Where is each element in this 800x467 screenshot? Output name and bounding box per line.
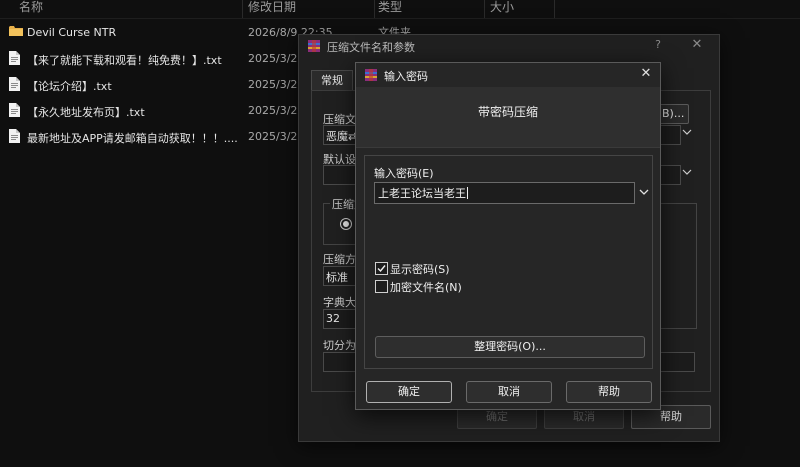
archive-name-value: 恶魔⇄: [326, 130, 358, 143]
organize-passwords-button[interactable]: 整理密码(O)...: [375, 336, 645, 358]
column-separator[interactable]: [484, 0, 485, 18]
password-group: 输入密码(E) 上老王论坛当老王 显示密码(S) 加密文件名(N) 整理密码(O…: [364, 155, 653, 369]
winrar-icon: [307, 39, 321, 56]
dictionary-size-label: 字典大: [323, 296, 356, 309]
chevron-down-icon[interactable]: [681, 127, 693, 140]
ok-button[interactable]: 确定: [366, 381, 452, 403]
encrypt-filenames-label[interactable]: 加密文件名(N): [390, 279, 462, 295]
file-name: 最新地址及APP请发邮箱自动获取！！！....: [27, 132, 238, 145]
file-date: 2025/3/26: [248, 104, 305, 117]
text-file-icon: [9, 77, 20, 94]
show-password-label[interactable]: 显示密码(S): [390, 261, 450, 277]
file-date: 2025/3/26: [248, 78, 305, 91]
password-dialog: 输入密码 ✕ 带密码压缩 输入密码(E) 上老王论坛当老王 显示密码(S) 加密…: [355, 62, 661, 410]
dictionary-size-value: 32: [326, 312, 340, 325]
format-radio[interactable]: [340, 218, 352, 230]
column-type-header[interactable]: 类型: [378, 0, 402, 15]
compression-method-value: 标准: [326, 271, 348, 284]
column-header-bar: 名称 修改日期 类型 大小: [0, 0, 800, 19]
chevron-down-icon[interactable]: [637, 184, 651, 200]
close-button[interactable]: ✕: [638, 66, 654, 82]
password-label: 输入密码(E): [374, 167, 434, 180]
encrypt-filenames-checkbox[interactable]: [375, 280, 388, 293]
compression-method-label: 压缩方: [323, 253, 356, 266]
column-name-header[interactable]: 名称: [19, 0, 43, 15]
browse-button[interactable]: B)...: [659, 104, 689, 124]
text-file-icon: [9, 103, 20, 120]
file-name: 【论坛介绍】.txt: [27, 80, 112, 93]
close-button[interactable]: ✕: [689, 37, 705, 53]
column-size-header[interactable]: 大小: [490, 0, 514, 15]
browse-button-label: B)...: [662, 107, 685, 120]
dialog-title: 输入密码: [384, 70, 428, 83]
file-date: 2025/3/26: [248, 52, 305, 65]
show-password-checkbox[interactable]: [375, 262, 388, 275]
split-volumes-label: 切分为: [323, 339, 356, 352]
column-separator[interactable]: [242, 0, 243, 18]
set-password-button[interactable]: [659, 352, 695, 372]
file-name: 【来了就能下载和观看！纯免费！】.txt: [27, 54, 222, 67]
file-name: Devil Curse NTR: [27, 26, 117, 39]
tab-general[interactable]: 常规: [311, 70, 353, 91]
header-text: 带密码压缩: [477, 105, 538, 119]
help-icon[interactable]: ?: [651, 38, 665, 52]
dialog-header: 带密码压缩: [356, 87, 660, 148]
column-date-header[interactable]: 修改日期: [248, 0, 296, 15]
text-file-icon: [9, 129, 20, 146]
winrar-icon: [364, 68, 378, 85]
column-separator[interactable]: [374, 0, 375, 18]
file-name: 【永久地址发布页】.txt: [27, 106, 145, 119]
password-input[interactable]: 上老王论坛当老王: [374, 182, 635, 204]
text-caret: [467, 187, 468, 199]
dialog-title: 压缩文件名和参数: [327, 41, 415, 54]
cancel-button[interactable]: 取消: [466, 381, 552, 403]
dialog-titlebar[interactable]: 输入密码 ✕: [356, 63, 660, 87]
column-separator[interactable]: [554, 0, 555, 18]
text-file-icon: [9, 51, 20, 68]
file-date: 2025/3/26: [248, 130, 305, 143]
folder-icon: [9, 25, 23, 40]
chevron-down-icon[interactable]: [681, 167, 693, 180]
help-button[interactable]: 帮助: [566, 381, 652, 403]
password-value: 上老王论坛当老王: [378, 187, 468, 200]
